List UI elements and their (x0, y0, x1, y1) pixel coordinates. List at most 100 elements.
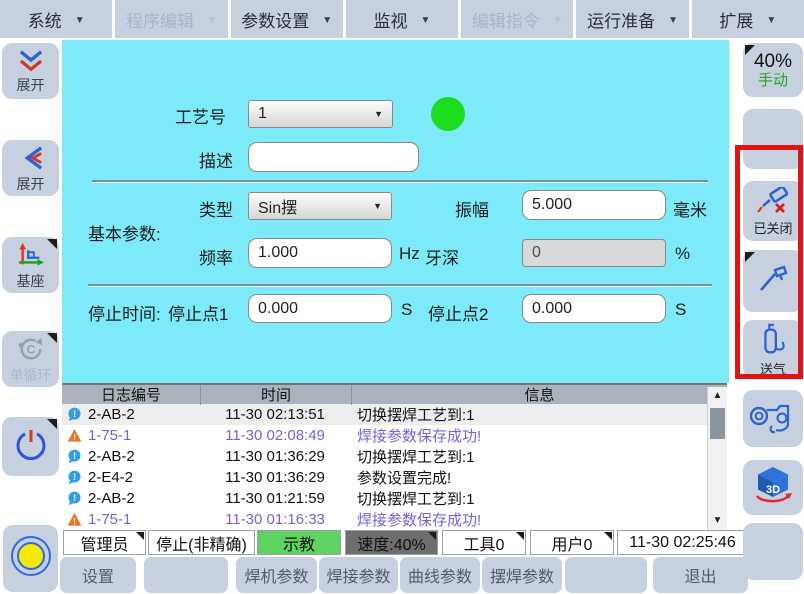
status-user-frame[interactable]: 用户0 (530, 530, 614, 555)
info-icon: ! (67, 449, 82, 464)
log-time: 11-30 01:16:33 (200, 511, 350, 528)
button-label: 单循环 (10, 368, 52, 383)
exit-button[interactable]: 退出 (653, 557, 748, 593)
divider (88, 284, 712, 287)
right-empty-button-1 (743, 109, 803, 169)
expand-left-icon (19, 145, 43, 176)
process-no-select[interactable]: 1 ▼ (248, 100, 393, 128)
svg-text:!: ! (73, 472, 76, 482)
menu-monitor[interactable]: 监视 ▼ (346, 0, 458, 38)
process-no-value: 1 (258, 105, 267, 123)
expand-left-button[interactable]: 展开 (2, 140, 59, 196)
log-col-header-time: 时间 (201, 384, 352, 405)
bottom-empty-button-1 (144, 557, 228, 593)
menu-system[interactable]: 系统 ▼ (0, 0, 112, 38)
description-input[interactable] (248, 142, 419, 172)
stop-point2-input[interactable]: 0.000 (522, 294, 666, 323)
menu-run-prepare[interactable]: 运行准备 ▼ (576, 0, 688, 38)
stop-point1-label: 停止点1 (168, 300, 228, 325)
log-row[interactable]: !2-AB-2 11-30 01:36:29 切换摆焊工艺到:1 (62, 446, 727, 467)
status-label: 示教 (283, 531, 315, 555)
chevron-down-icon: ▼ (668, 15, 678, 26)
camera-view-button[interactable] (743, 390, 803, 447)
tooth-depth-unit: % (675, 244, 690, 264)
status-user[interactable]: 管理员 (63, 530, 146, 555)
power-icon (14, 427, 48, 466)
log-row[interactable]: !2-E4-2 11-30 01:36:29 参数设置完成! (62, 467, 727, 488)
base-axes-icon (16, 242, 46, 273)
single-cycle-button[interactable]: C 单循环 (2, 331, 59, 387)
menu-extend[interactable]: 扩展 ▼ (692, 0, 804, 38)
menu-program-edit[interactable]: 程序编辑 ▼ (115, 0, 227, 38)
amplitude-unit: 毫米 (673, 196, 707, 221)
log-time: 11-30 01:21:59 (200, 490, 350, 507)
frequency-value: 1.000 (258, 244, 298, 262)
clock-value: 11-30 02:25:46 (629, 534, 735, 552)
log-row[interactable]: !2-AB-2 11-30 01:21:59 切换摆焊工艺到:1 (62, 488, 727, 509)
scroll-down-icon[interactable]: ▼ (708, 514, 727, 528)
status-tool[interactable]: 工具0 (442, 530, 526, 555)
chevron-down-icon: ▼ (766, 15, 776, 26)
info-icon: ! (67, 491, 82, 506)
speed-mode-button[interactable]: 40% 手动 (743, 43, 803, 97)
menu-label: 系统 (28, 7, 62, 32)
welding-params-button[interactable]: 焊接参数 (319, 557, 398, 593)
amplitude-input[interactable]: 5.000 (522, 190, 666, 220)
log-time: 11-30 01:36:29 (200, 469, 350, 486)
button-label: 设置 (82, 563, 114, 587)
base-frame-button[interactable]: 基座 (2, 237, 59, 293)
welder-params-button[interactable]: 焊机参数 (236, 557, 317, 593)
menu-label: 程序编辑 (126, 7, 194, 32)
menu-label: 参数设置 (241, 7, 309, 32)
gas-feed-label: 送气 (760, 363, 786, 377)
status-speed[interactable]: 速度:40% (345, 530, 438, 555)
weave-type-select[interactable]: Sin摆 ▼ (248, 192, 392, 220)
info-icon: ! (67, 407, 82, 422)
chevron-down-icon: ▼ (421, 15, 431, 26)
scrollbar-thumb[interactable] (710, 408, 725, 439)
status-label: 工具0 (464, 531, 505, 555)
log-header: 日志编号 时间 信息 (62, 385, 727, 404)
menu-parameter-settings[interactable]: 参数设置 ▼ (231, 0, 343, 38)
log-message: 切换摆焊工艺到:1 (350, 488, 727, 509)
gas-feed-button[interactable]: 送气 (743, 320, 803, 378)
stop-point2-value: 0.000 (532, 300, 572, 318)
scroll-up-icon[interactable]: ▲ (708, 389, 727, 403)
weave-params-button[interactable]: 摆焊参数 (482, 557, 562, 593)
menu-edit-command[interactable]: 编辑指令 ▼ (461, 0, 573, 38)
status-label: 管理员 (80, 531, 128, 555)
gas-cylinder-icon (757, 322, 789, 363)
settings-button[interactable]: 设置 (60, 557, 136, 593)
power-button[interactable] (2, 417, 59, 476)
svg-text:!: ! (73, 493, 76, 503)
weave-parameter-panel: 工艺号 1 ▼ 描述 类型 Sin摆 ▼ 振幅 5.000 毫米 基本参数: 频… (62, 40, 729, 383)
log-scrollbar[interactable]: ▲ ▼ (707, 387, 727, 532)
3d-view-button[interactable]: 3D (743, 460, 803, 515)
stop-point1-input[interactable]: 0.000 (248, 294, 392, 323)
status-label: 速度:40% (357, 531, 425, 555)
basic-params-label: 基本参数: (88, 220, 161, 245)
svg-text:C: C (26, 342, 35, 356)
expand-down-button[interactable]: 展开 (2, 43, 59, 99)
log-row[interactable]: !1-75-1 11-30 02:08:49 焊接参数保存成功! (62, 425, 727, 446)
stop-point2-label: 停止点2 (428, 300, 488, 325)
torch-button[interactable] (743, 250, 803, 312)
curve-params-button[interactable]: 曲线参数 (400, 557, 480, 593)
arc-closed-button[interactable]: 已关闭 (743, 181, 803, 241)
corner-triangle-icon (428, 532, 436, 540)
right-empty-button-2 (743, 523, 803, 580)
svg-text:3D: 3D (766, 484, 780, 496)
frequency-input[interactable]: 1.000 (248, 238, 392, 268)
svg-text:!: ! (73, 451, 76, 461)
status-mode-teach[interactable]: 示教 (257, 530, 341, 555)
log-row[interactable]: !2-AB-2 11-30 02:13:51 切换摆焊工艺到:1 (62, 404, 727, 425)
servo-lamp-button[interactable] (3, 525, 58, 592)
log-row[interactable]: !1-75-1 11-30 01:16:33 焊接参数保存成功! (62, 509, 727, 530)
log-id: 1-75-1 (88, 427, 131, 444)
stop-point2-unit: S (675, 300, 686, 320)
button-label: 展开 (17, 177, 45, 192)
torch-state-label: 已关闭 (753, 222, 792, 236)
status-label: 用户0 (552, 531, 593, 555)
log-id: 2-AB-2 (88, 406, 135, 423)
button-label: 焊机参数 (244, 563, 308, 587)
